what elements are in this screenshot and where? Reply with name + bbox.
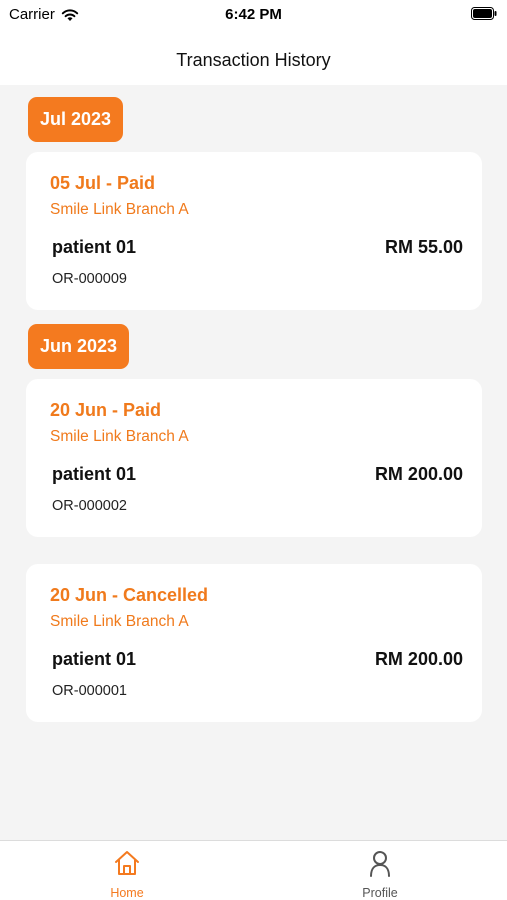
transaction-reference: OR-000009 bbox=[52, 271, 127, 287]
page-title: Transaction History bbox=[176, 50, 331, 70]
transaction-branch: Smile Link Branch A bbox=[50, 613, 189, 630]
transaction-amount: RM 200.00 bbox=[374, 464, 463, 484]
tab-home-label: Home bbox=[110, 886, 144, 900]
month-header-jul-2023: Jul 2023 bbox=[28, 97, 124, 142]
status-bar: Carrier 6:42 PM bbox=[0, 0, 507, 30]
month-header-jun-2023: Jun 2023 bbox=[28, 324, 130, 369]
transaction-card[interactable]: 05 Jul - Paid Smile Link Branch A patien… bbox=[26, 152, 482, 310]
battery-icon bbox=[471, 7, 497, 20]
status-time: 6:42 PM bbox=[225, 6, 282, 23]
transaction-title: 20 Jun - Cancelled bbox=[50, 585, 209, 605]
transaction-amount: RM 200.00 bbox=[374, 649, 463, 669]
tab-profile[interactable]: Profile bbox=[253, 841, 507, 900]
transaction-branch: Smile Link Branch A bbox=[50, 201, 189, 218]
transaction-reference: OR-000001 bbox=[52, 683, 127, 699]
home-icon bbox=[115, 851, 139, 875]
transaction-branch: Smile Link Branch A bbox=[50, 428, 189, 445]
transaction-patient: patient 01 bbox=[52, 237, 137, 257]
tab-profile-label: Profile bbox=[362, 886, 398, 900]
tab-bar: Home Profile bbox=[0, 840, 507, 900]
transaction-title: 20 Jun - Paid bbox=[50, 400, 162, 420]
person-icon bbox=[370, 851, 390, 877]
transaction-title: 05 Jul - Paid bbox=[50, 173, 156, 193]
transaction-amount: RM 55.00 bbox=[384, 237, 463, 257]
tab-home[interactable]: Home bbox=[0, 841, 254, 900]
transaction-patient: patient 01 bbox=[52, 464, 137, 484]
transaction-reference: OR-000002 bbox=[52, 498, 127, 514]
transaction-card[interactable]: 20 Jun - Paid Smile Link Branch A patien… bbox=[26, 379, 482, 537]
transaction-patient: patient 01 bbox=[52, 649, 137, 669]
navigation-bar: Transaction History bbox=[0, 30, 507, 85]
transaction-card[interactable]: 20 Jun - Cancelled Smile Link Branch A p… bbox=[26, 564, 482, 722]
transaction-list[interactable]: Jul 2023 05 Jul - Paid Smile Link Branch… bbox=[0, 85, 507, 840]
